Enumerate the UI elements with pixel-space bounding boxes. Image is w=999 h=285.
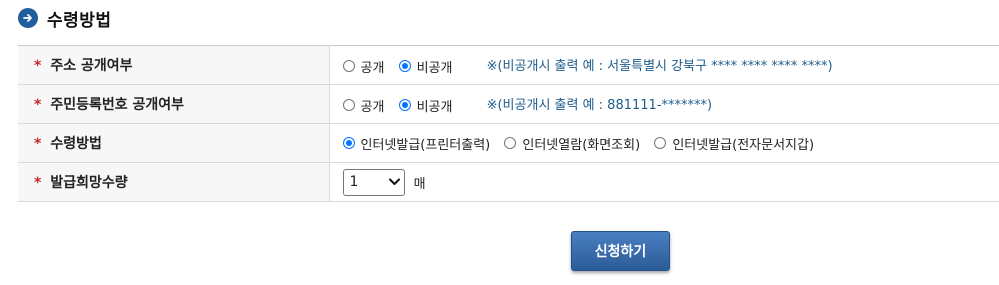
page: 수령방법 * 주소 공개여부 공개 비공개 ※(비공개시 출력 예 : 서울특별시… [0, 0, 999, 285]
quantity-cell: 1 매 [329, 162, 999, 202]
apply-button[interactable]: 신청하기 [571, 231, 670, 271]
section-header: 수령방법 [18, 5, 112, 31]
address-private-label: 비공개 [416, 60, 453, 76]
quantity-select-value: 1 [349, 174, 359, 190]
address-disclosure-options: 공개 비공개 ※(비공개시 출력 예 : 서울특별시 강북구 **** ****… [329, 45, 999, 85]
internet-issue-wallet-radio-circle[interactable] [654, 137, 667, 149]
arrow-right-circle-icon [18, 8, 38, 28]
address-private-radio-circle[interactable] [398, 60, 411, 72]
resident-number-public-label: 공개 [360, 99, 385, 115]
internet-view-screen-radio-circle[interactable] [504, 137, 517, 149]
resident-number-disclosure-row: * 주민등록번호 공개여부 공개 비공개 ※(비공개시 출력 예 : 881111… [18, 84, 999, 124]
receipt-method-label: * 수령방법 [18, 123, 330, 163]
resident-number-private-label: 비공개 [416, 99, 453, 115]
internet-issue-wallet-radio[interactable]: 인터넷발급(전자문서지갑) [654, 134, 814, 153]
resident-number-public-radio-circle[interactable] [342, 99, 355, 111]
internet-view-screen-radio[interactable]: 인터넷열람(화면조회) [504, 134, 640, 153]
form-table: * 주소 공개여부 공개 비공개 ※(비공개시 출력 예 : 서울특별시 강북구 … [18, 45, 999, 202]
internet-issue-wallet-label: 인터넷발급(전자문서지갑) [672, 137, 815, 153]
quantity-label-text: 발급희망수량 [50, 175, 128, 191]
quantity-row: * 발급희망수량 1 매 [18, 162, 999, 202]
chevron-down-icon [388, 174, 400, 190]
quantity-unit: 매 [413, 176, 426, 192]
address-public-label: 공개 [360, 60, 385, 76]
address-public-radio[interactable]: 공개 [342, 57, 385, 76]
required-mark: * [34, 97, 42, 113]
address-example-note: ※(비공개시 출력 예 : 서울특별시 강북구 **** **** **** *… [486, 58, 833, 74]
internet-issue-print-label: 인터넷발급(프린터출력) [360, 137, 491, 153]
resident-number-disclosure-label: * 주민등록번호 공개여부 [18, 84, 330, 124]
receipt-method-row: * 수령방법 인터넷발급(프린터출력) 인터넷열람(화면조회) 인터넷발급(전자문… [18, 123, 999, 163]
resident-number-private-radio[interactable]: 비공개 [398, 96, 453, 115]
address-disclosure-label: * 주소 공개여부 [18, 45, 330, 85]
address-public-radio-circle[interactable] [342, 60, 355, 72]
required-mark: * [34, 175, 42, 191]
internet-issue-print-radio-circle[interactable] [342, 137, 355, 149]
resident-number-disclosure-options: 공개 비공개 ※(비공개시 출력 예 : 881111-*******) [329, 84, 999, 124]
required-mark: * [34, 136, 42, 152]
quantity-select[interactable]: 1 [342, 168, 405, 196]
receipt-method-options: 인터넷발급(프린터출력) 인터넷열람(화면조회) 인터넷발급(전자문서지갑) [329, 123, 999, 163]
internet-issue-print-radio[interactable]: 인터넷발급(프린터출력) [342, 134, 491, 153]
required-mark: * [34, 58, 42, 74]
resident-number-private-radio-circle[interactable] [398, 99, 411, 111]
address-private-radio[interactable]: 비공개 [398, 57, 453, 76]
receipt-method-label-text: 수령방법 [50, 136, 102, 152]
address-disclosure-label-text: 주소 공개여부 [50, 58, 133, 74]
resident-number-example-note: ※(비공개시 출력 예 : 881111-*******) [486, 97, 713, 113]
resident-number-disclosure-label-text: 주민등록번호 공개여부 [50, 97, 185, 113]
address-disclosure-row: * 주소 공개여부 공개 비공개 ※(비공개시 출력 예 : 서울특별시 강북구 … [18, 45, 999, 85]
section-title: 수령방법 [47, 10, 112, 31]
resident-number-public-radio[interactable]: 공개 [342, 96, 385, 115]
internet-view-screen-label: 인터넷열람(화면조회) [522, 137, 641, 153]
quantity-label: * 발급희망수량 [18, 162, 330, 202]
